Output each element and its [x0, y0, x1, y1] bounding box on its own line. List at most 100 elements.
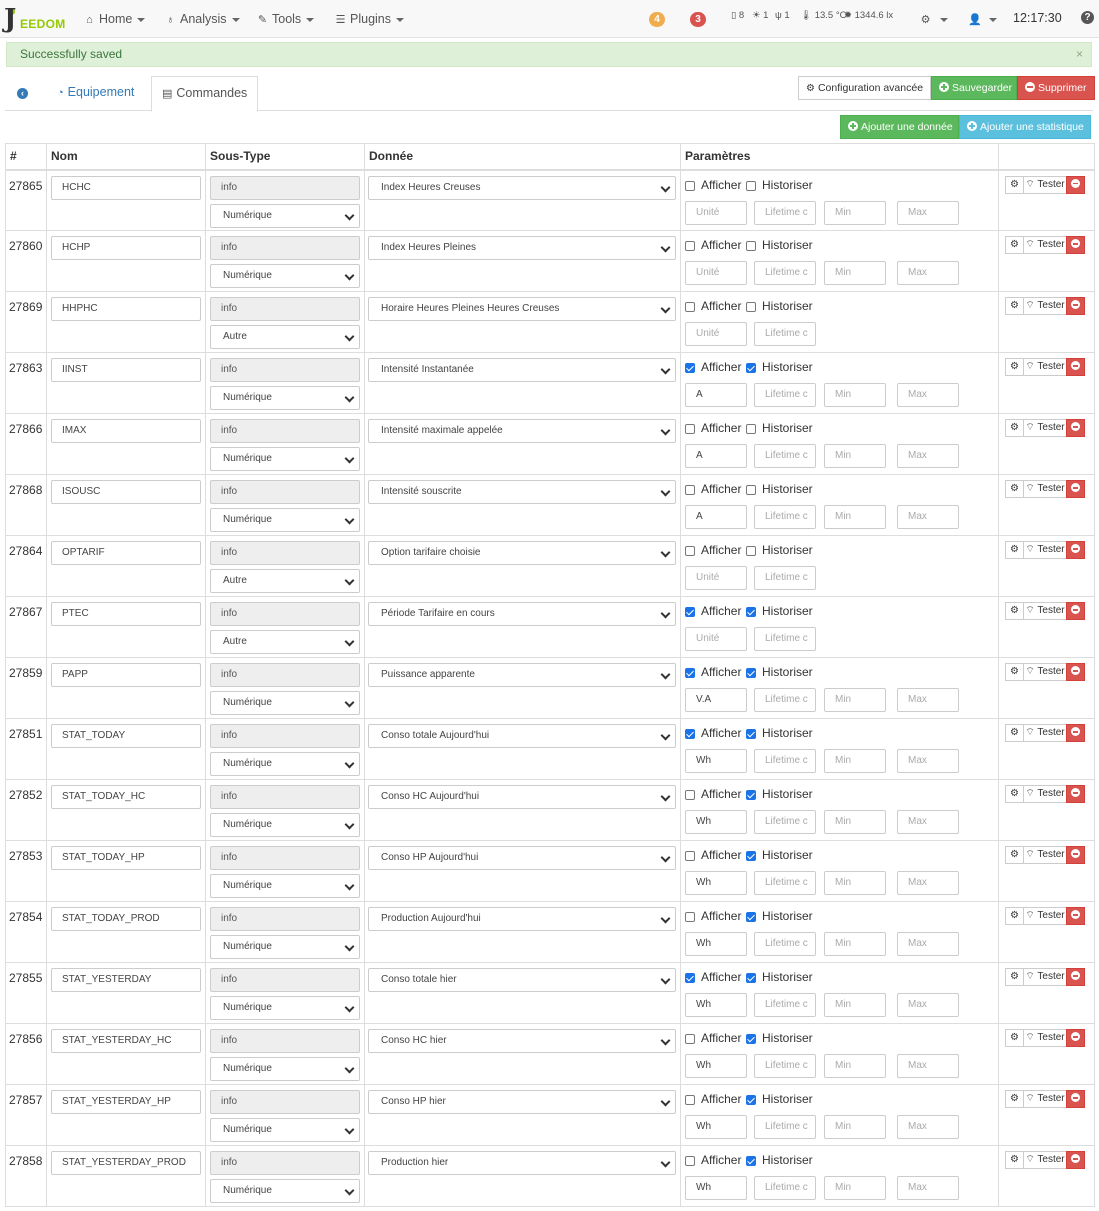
lifetime-field[interactable]: Lifetime c	[754, 322, 816, 346]
data-select[interactable]: Conso totale Aujourd'hui	[368, 724, 676, 748]
configure-button[interactable]: ⚙	[1005, 175, 1024, 194]
name-field[interactable]: HCHC	[51, 175, 201, 200]
max-field[interactable]: Max	[897, 871, 959, 895]
afficher-checkbox[interactable]	[685, 851, 695, 861]
configure-button[interactable]: ⚙	[1005, 785, 1024, 803]
remove-command-button[interactable]	[1066, 297, 1085, 315]
remove-command-button[interactable]	[1066, 968, 1085, 986]
historiser-checkbox[interactable]	[746, 546, 756, 556]
subtype-select[interactable]: Numérique	[210, 813, 360, 837]
max-field[interactable]: Max	[897, 200, 959, 225]
tab-equipement[interactable]: ◔ Equipement	[47, 76, 144, 111]
max-field[interactable]: Max	[897, 1054, 959, 1078]
configure-button[interactable]: ⚙	[1005, 419, 1024, 437]
lifetime-field[interactable]: Lifetime c	[754, 688, 816, 712]
subtype-select[interactable]: Numérique	[210, 447, 360, 471]
remove-command-button[interactable]	[1066, 1151, 1085, 1169]
max-field[interactable]: Max	[897, 1176, 959, 1200]
close-icon[interactable]: ×	[1076, 43, 1083, 66]
subtype-select[interactable]: Numérique	[210, 386, 360, 410]
historiser-checkbox[interactable]	[746, 180, 756, 191]
afficher-checkbox[interactable]	[685, 363, 695, 373]
lifetime-field[interactable]: Lifetime c	[754, 200, 816, 225]
max-field[interactable]: Max	[897, 505, 959, 529]
min-field[interactable]: Min	[824, 200, 886, 225]
subtype-select[interactable]: Numérique	[210, 1057, 360, 1081]
configure-button[interactable]: ⚙	[1005, 602, 1024, 620]
subtype-select[interactable]: Numérique	[210, 1179, 360, 1203]
max-field[interactable]: Max	[897, 1115, 959, 1139]
configure-button[interactable]: ⚙	[1005, 1151, 1024, 1169]
historiser-checkbox[interactable]	[746, 424, 756, 434]
min-field[interactable]: Min	[824, 1176, 886, 1200]
unit-field[interactable]: Wh	[685, 749, 747, 773]
data-select[interactable]: Intensité souscrite	[368, 480, 676, 504]
remove-command-button[interactable]	[1066, 602, 1085, 620]
test-button[interactable]: ⌔ Tester	[1023, 846, 1067, 864]
save-button[interactable]: Sauvegarder	[931, 76, 1017, 100]
test-button[interactable]: ⌔ Tester	[1023, 175, 1067, 194]
configure-button[interactable]: ⚙	[1005, 724, 1024, 742]
test-button[interactable]: ⌔ Tester	[1023, 907, 1067, 925]
name-field[interactable]: STAT_TODAY_PROD	[51, 907, 201, 931]
test-button[interactable]: ⌔ Tester	[1023, 297, 1067, 315]
data-select[interactable]: Intensité maximale appelée	[368, 419, 676, 443]
settings-menu[interactable]: ⚙	[919, 11, 948, 27]
lifetime-field[interactable]: Lifetime c	[754, 1176, 816, 1200]
data-select[interactable]: Conso HC hier	[368, 1029, 676, 1053]
historiser-checkbox[interactable]	[746, 241, 756, 251]
test-button[interactable]: ⌔ Tester	[1023, 663, 1067, 681]
afficher-checkbox[interactable]	[685, 1095, 695, 1105]
unit-field[interactable]: Unité	[685, 566, 747, 590]
name-field[interactable]: ISOUSC	[51, 480, 201, 504]
unit-field[interactable]: Wh	[685, 810, 747, 834]
configure-button[interactable]: ⚙	[1005, 1090, 1024, 1108]
configure-button[interactable]: ⚙	[1005, 663, 1024, 681]
unit-field[interactable]: Wh	[685, 932, 747, 956]
configure-button[interactable]: ⚙	[1005, 968, 1024, 986]
max-field[interactable]: Max	[897, 444, 959, 468]
test-button[interactable]: ⌔ Tester	[1023, 358, 1067, 376]
data-select[interactable]: Horaire Heures Pleines Heures Creuses	[368, 297, 676, 321]
lifetime-field[interactable]: Lifetime c	[754, 505, 816, 529]
subtype-select[interactable]: Numérique	[210, 752, 360, 776]
name-field[interactable]: STAT_TODAY_HC	[51, 785, 201, 809]
historiser-checkbox[interactable]	[746, 302, 756, 312]
min-field[interactable]: Min	[824, 871, 886, 895]
name-field[interactable]: STAT_YESTERDAY_HC	[51, 1029, 201, 1053]
min-field[interactable]: Min	[824, 383, 886, 407]
lifetime-field[interactable]: Lifetime c	[754, 627, 816, 651]
subtype-select[interactable]: Numérique	[210, 935, 360, 959]
configure-button[interactable]: ⚙	[1005, 480, 1024, 498]
afficher-checkbox[interactable]	[685, 1034, 695, 1044]
data-select[interactable]: Production Aujourd'hui	[368, 907, 676, 931]
name-field[interactable]: PTEC	[51, 602, 201, 626]
afficher-checkbox[interactable]	[685, 180, 695, 191]
min-field[interactable]: Min	[824, 993, 886, 1017]
afficher-checkbox[interactable]	[685, 1156, 695, 1166]
min-field[interactable]: Min	[824, 1115, 886, 1139]
remove-command-button[interactable]	[1066, 663, 1085, 681]
remove-command-button[interactable]	[1066, 358, 1085, 376]
lifetime-field[interactable]: Lifetime c	[754, 383, 816, 407]
data-select[interactable]: Puissance apparente	[368, 663, 676, 687]
min-field[interactable]: Min	[824, 505, 886, 529]
add-stat-button[interactable]: Ajouter une statistique	[959, 115, 1091, 139]
menu-home[interactable]: ⌂ Home	[83, 11, 146, 27]
afficher-checkbox[interactable]	[685, 424, 695, 434]
historiser-checkbox[interactable]	[746, 485, 756, 495]
test-button[interactable]: ⌔ Tester	[1023, 724, 1067, 742]
remove-command-button[interactable]	[1066, 175, 1085, 194]
unit-field[interactable]: Wh	[685, 1176, 747, 1200]
afficher-checkbox[interactable]	[685, 546, 695, 556]
max-field[interactable]: Max	[897, 932, 959, 956]
lifetime-field[interactable]: Lifetime c	[754, 444, 816, 468]
historiser-checkbox[interactable]	[746, 973, 756, 983]
menu-plugins[interactable]: ☰ Plugins	[334, 11, 404, 27]
unit-field[interactable]: A	[685, 383, 747, 407]
remove-command-button[interactable]	[1066, 480, 1085, 498]
historiser-checkbox[interactable]	[746, 1034, 756, 1044]
data-select[interactable]: Option tarifaire choisie	[368, 541, 676, 565]
subtype-select[interactable]: Numérique	[210, 508, 360, 532]
data-select[interactable]: Index Heures Creuses	[368, 175, 676, 200]
